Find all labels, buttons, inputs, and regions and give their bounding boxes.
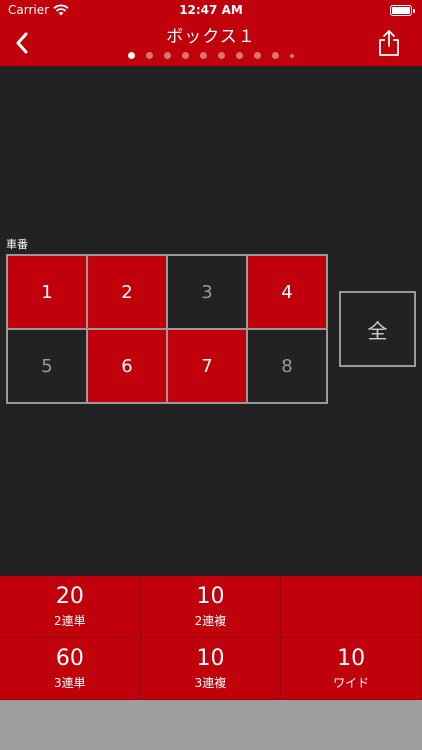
nav-header: Carrier 12:47 AM ボックス１: [0, 0, 422, 66]
page-dot[interactable]: [236, 52, 243, 59]
page-dot[interactable]: [254, 52, 261, 59]
car-cell-5[interactable]: 5: [7, 329, 87, 403]
summary-value: 10: [337, 646, 366, 671]
summary-value: 60: [55, 646, 84, 671]
page-title: ボックス１: [166, 27, 256, 47]
summary-value: 20: [55, 584, 84, 609]
page-dot[interactable]: [128, 52, 135, 59]
clock: 12:47 AM: [179, 3, 243, 17]
car-cell-3[interactable]: 3: [167, 255, 247, 329]
summary-cell[interactable]: 10 ワイド: [281, 638, 422, 700]
summary-label: ワイド: [333, 676, 370, 690]
summary-label: 3連単: [54, 676, 86, 690]
car-cell-1[interactable]: 1: [7, 255, 87, 329]
summary-label: 2連単: [54, 614, 86, 628]
page-dot[interactable]: [164, 52, 171, 59]
summary-value: 10: [196, 584, 225, 609]
summary-cell[interactable]: 20 2連単: [0, 576, 141, 638]
battery-icon: [390, 5, 415, 16]
summary-cell[interactable]: 10 3連複: [140, 638, 282, 700]
car-cell-4[interactable]: 4: [247, 255, 327, 329]
page-dot[interactable]: [290, 53, 294, 58]
summary-cell[interactable]: 60 3連単: [0, 638, 141, 700]
page-dot[interactable]: [200, 52, 207, 59]
car-number-label: 車番: [6, 238, 28, 251]
car-cell-7[interactable]: 7: [167, 329, 247, 403]
page-dot[interactable]: [272, 52, 279, 59]
summary-label: 3連複: [194, 676, 227, 690]
footer-bar: [0, 700, 422, 750]
car-cell-6[interactable]: 6: [87, 329, 167, 403]
page-dot[interactable]: [182, 52, 189, 59]
summary-label: 2連複: [194, 614, 227, 628]
page-dot[interactable]: [218, 52, 225, 59]
status-bar: Carrier 12:47 AM: [0, 0, 422, 22]
summary-value: 10: [196, 646, 225, 671]
select-all-button[interactable]: 全: [339, 291, 416, 367]
page-dot[interactable]: [146, 52, 153, 59]
summary-cell[interactable]: 10 2連複: [140, 576, 282, 638]
bet-summary: 20 2連単 10 2連複 60 3連単 10 3連複 10 ワイド: [0, 576, 422, 700]
car-number-grid: 1234 5678: [6, 254, 328, 404]
page-indicator[interactable]: [0, 52, 422, 59]
summary-cell[interactable]: [281, 576, 422, 638]
car-cell-8[interactable]: 8: [247, 329, 327, 403]
car-cell-2[interactable]: 2: [87, 255, 167, 329]
